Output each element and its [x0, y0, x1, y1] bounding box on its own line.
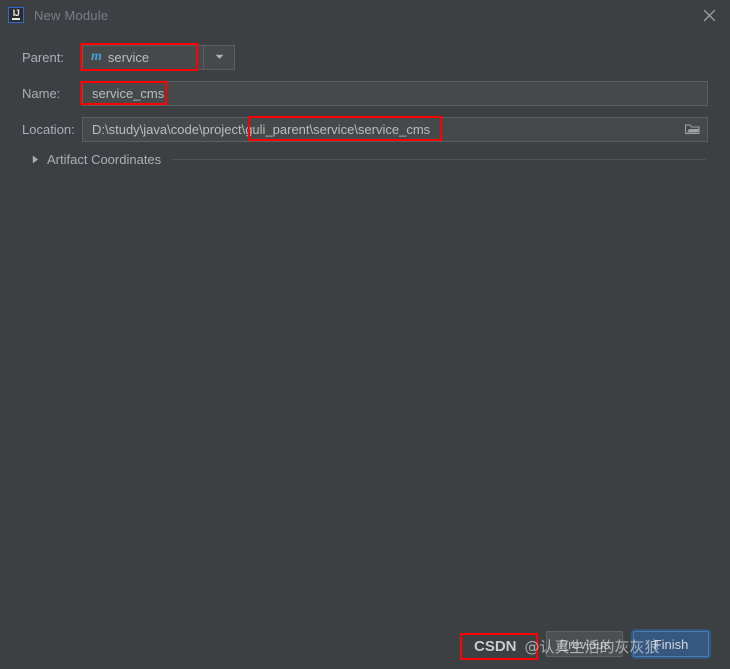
close-icon[interactable]	[688, 0, 730, 30]
window-titlebar: IJ New Module	[0, 0, 730, 30]
intellij-idea-icon-text: IJ	[12, 8, 20, 18]
parent-label: Parent:	[22, 49, 64, 65]
artifact-coordinates-label: Artifact Coordinates	[47, 152, 162, 167]
name-input[interactable]: service_cms	[82, 80, 708, 106]
parent-combobox-value[interactable]: m service	[83, 50, 203, 65]
folder-icon[interactable]	[683, 123, 701, 135]
artifact-coordinates-separator	[172, 159, 706, 160]
parent-row: Parent: m service	[22, 44, 708, 70]
maven-module-icon: m	[91, 49, 102, 64]
finish-button-label: Finish	[653, 636, 689, 652]
name-input-value: service_cms	[92, 85, 165, 101]
finish-button[interactable]: Finish	[633, 631, 709, 657]
location-label: Location:	[22, 121, 75, 137]
artifact-coordinates-section[interactable]: Artifact Coordinates	[30, 152, 708, 167]
parent-selected-text: service	[107, 49, 150, 65]
dialog-footer: Previous Finish	[0, 619, 730, 669]
parent-combobox[interactable]: m service	[82, 44, 235, 70]
triangle-right-icon[interactable]	[30, 155, 40, 164]
new-module-form: Parent: m service Name: service_cms Loca…	[0, 30, 730, 167]
previous-button-mnemonic: P	[559, 636, 569, 652]
chevron-down-icon[interactable]	[203, 45, 234, 69]
intellij-idea-icon-bar	[12, 18, 20, 20]
window-title: New Module	[34, 7, 109, 23]
previous-button[interactable]: Previous	[546, 631, 623, 657]
location-input-value: D:\study\java\code\project\guli_parent\s…	[92, 121, 431, 137]
name-row: Name: service_cms	[22, 80, 708, 106]
intellij-idea-icon: IJ	[8, 7, 24, 23]
name-label: Name:	[22, 85, 61, 101]
previous-button-label: revious	[568, 636, 610, 652]
location-row: Location: D:\study\java\code\project\gul…	[22, 116, 708, 142]
location-input[interactable]: D:\study\java\code\project\guli_parent\s…	[82, 116, 708, 142]
